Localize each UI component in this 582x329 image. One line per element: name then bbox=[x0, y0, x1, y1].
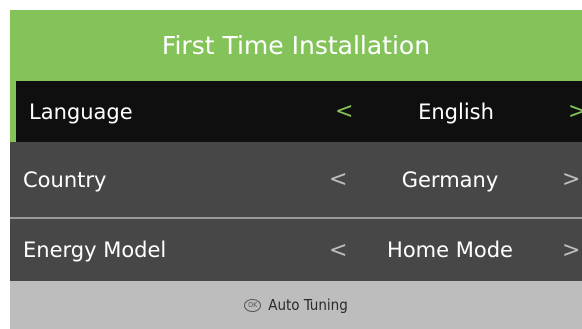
menu-row-energy-model[interactable]: Energy Model < Home Mode > bbox=[10, 219, 582, 281]
chevron-right-icon[interactable]: > bbox=[568, 81, 582, 142]
auto-tuning-label: Auto Tuning bbox=[268, 296, 348, 314]
menu-row-label: Language bbox=[29, 99, 133, 124]
chevron-left-icon[interactable]: < bbox=[329, 142, 347, 217]
menu-row-value: Germany bbox=[401, 167, 499, 192]
menu-row-label: Country bbox=[23, 167, 107, 192]
ok-button-icon: OK bbox=[244, 298, 262, 312]
menu-row-language[interactable]: Language < English > bbox=[10, 81, 582, 142]
menu-row-country[interactable]: Country < Germany > bbox=[10, 142, 582, 217]
chevron-right-icon[interactable]: > bbox=[562, 219, 580, 281]
menu-row-value: Home Mode bbox=[387, 238, 513, 262]
chevron-right-icon[interactable]: > bbox=[562, 142, 580, 217]
first-time-installation-menu: First Time Installation Language < Engli… bbox=[10, 10, 582, 329]
chevron-left-icon[interactable]: < bbox=[335, 81, 353, 142]
menu-row-label: Energy Model bbox=[23, 238, 167, 262]
page-title: First Time Installation bbox=[161, 31, 431, 60]
menu-header: First Time Installation bbox=[10, 10, 582, 81]
chevron-left-icon[interactable]: < bbox=[329, 219, 347, 281]
auto-tuning-hint[interactable]: OK Auto Tuning bbox=[10, 281, 582, 329]
menu-row-value: English bbox=[418, 99, 494, 124]
